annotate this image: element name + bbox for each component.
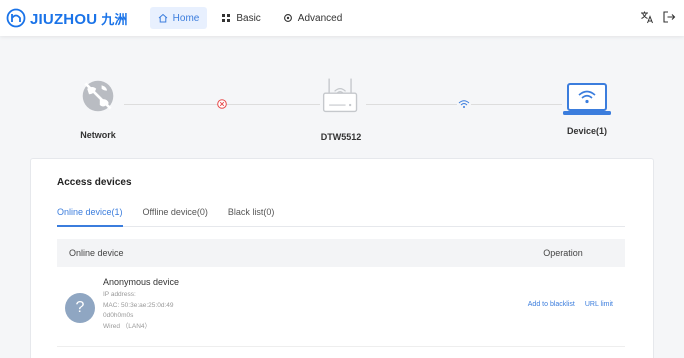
logout-icon[interactable] — [662, 10, 676, 24]
translate-icon[interactable] — [640, 10, 654, 24]
nav-basic[interactable]: Basic — [213, 7, 268, 29]
topology-device-label: Device(1) — [566, 126, 608, 136]
access-devices-card: Access devices Online device(1) Offline … — [30, 158, 654, 358]
nav-home-label: Home — [172, 12, 200, 24]
brand-mark-icon — [6, 8, 26, 28]
main-nav: Home Basic Advanced — [149, 7, 357, 29]
topology-network-label: Network — [80, 130, 116, 140]
topology-network-node[interactable]: Network — [78, 78, 118, 140]
wifi-icon — [457, 99, 471, 109]
nav-advanced[interactable]: Advanced — [275, 7, 350, 29]
nav-home[interactable]: Home — [149, 7, 208, 29]
grid-icon — [222, 14, 231, 22]
topology-router-label: DTW5512 — [320, 132, 362, 142]
add-to-blacklist-link[interactable]: Add to blacklist — [528, 301, 575, 308]
column-operation: Operation — [543, 248, 583, 258]
brand-wordmark: JIUZHOU 九洲 — [30, 10, 128, 28]
column-online-device: Online device — [69, 248, 124, 258]
nav-basic-label: Basic — [236, 12, 261, 24]
device-uptime: 0d0h0m0s — [103, 312, 134, 319]
laptop-wifi-icon — [563, 83, 611, 115]
tab-black-list[interactable]: Black list(0) — [228, 205, 275, 227]
online-device-table: Online device Operation ? Anonymous devi… — [57, 239, 625, 347]
error-x-icon — [217, 99, 227, 109]
tab-offline-device[interactable]: Offline device(0) — [143, 205, 208, 227]
top-header: JIUZHOU 九洲 Home Basic Advanced — [0, 0, 684, 36]
device-avatar: ? — [65, 293, 95, 323]
device-info: Anonymous device IP address: MAC: 50:3e:… — [103, 277, 179, 332]
device-name: Anonymous device — [103, 277, 180, 287]
device-tabs: Online device(1) Offline device(0) Black… — [57, 205, 625, 227]
card-title: Access devices — [57, 177, 132, 188]
topology-router-node[interactable]: DTW5512 — [318, 74, 364, 142]
row-actions: Add to blacklist URL limit — [518, 301, 613, 308]
device-connection: Wired （LAN4） — [103, 322, 152, 330]
tab-online-device[interactable]: Online device(1) — [57, 205, 123, 227]
device-ip: IP address: — [103, 291, 136, 298]
nav-advanced-label: Advanced — [297, 12, 343, 24]
topology-device-node[interactable]: Device(1) — [562, 82, 612, 138]
gear-icon — [283, 14, 292, 22]
table-header: Online device Operation — [57, 239, 625, 267]
globe-icon — [82, 80, 114, 112]
home-icon — [158, 13, 167, 23]
network-topology: Network DTW5512 Device(1) — [0, 68, 684, 154]
url-limit-link[interactable]: URL limit — [585, 301, 613, 308]
device-mac: MAC: 50:3e:ae:25:0d:49 — [103, 301, 174, 309]
brand-logo[interactable]: JIUZHOU 九洲 — [6, 8, 128, 28]
header-actions — [632, 10, 676, 24]
router-icon — [322, 78, 358, 113]
table-row: ? Anonymous device IP address: MAC: 50:3… — [57, 267, 625, 347]
